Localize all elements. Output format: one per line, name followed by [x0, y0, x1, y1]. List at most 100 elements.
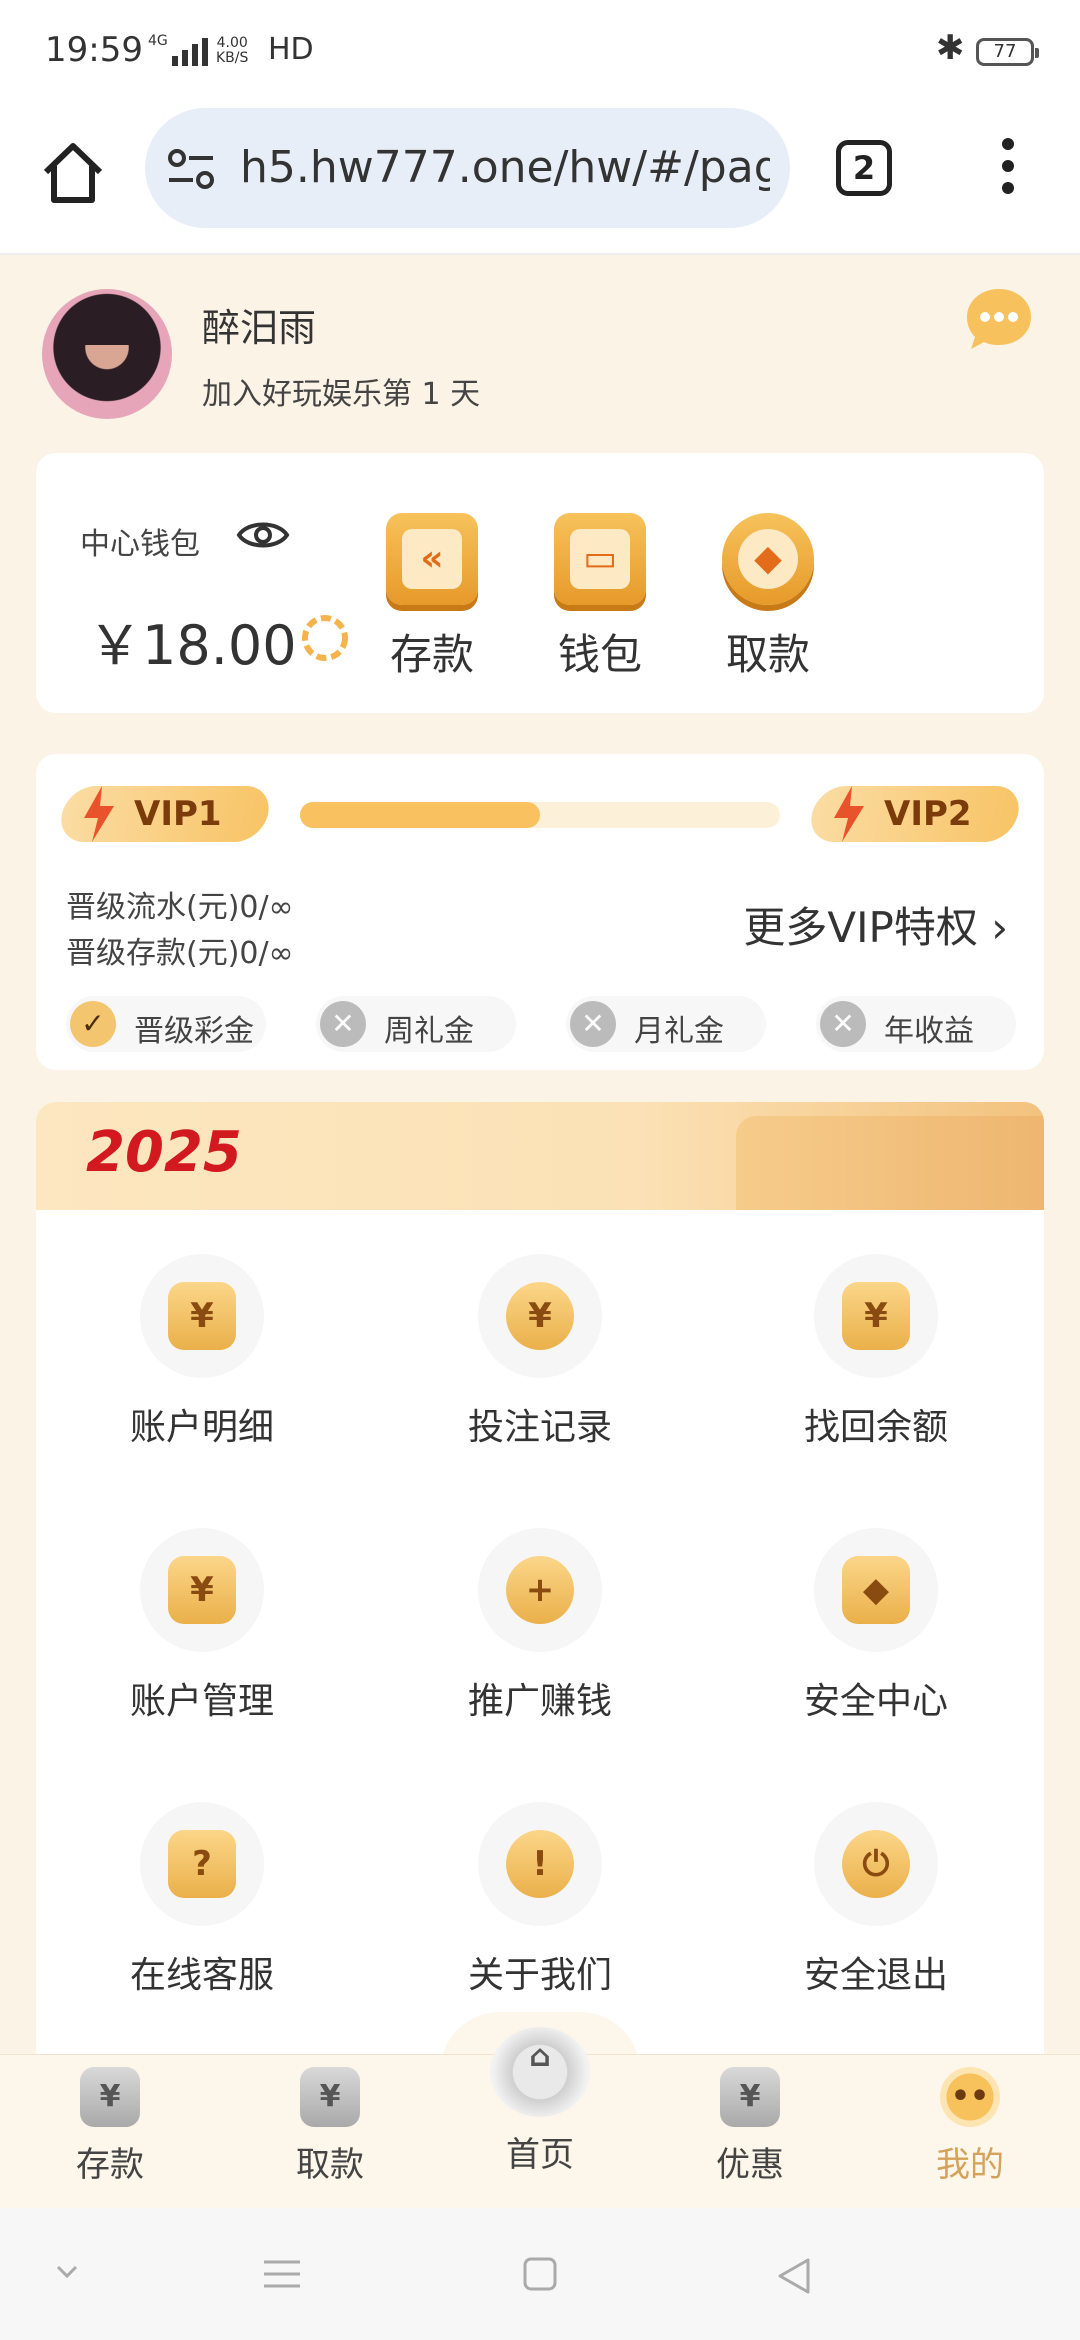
- status-time: 19:59: [45, 30, 143, 70]
- menu-label: 账户明细: [129, 1407, 274, 1448]
- tab-withdraw[interactable]: ¥ 取款: [250, 2067, 410, 2186]
- menu-glyph: ¥: [506, 1282, 574, 1350]
- chevron-down-icon[interactable]: [52, 2256, 82, 2286]
- withdraw-label: 取款: [725, 630, 810, 679]
- username: 醉汨雨: [202, 306, 317, 350]
- check-icon: ✓: [70, 1001, 116, 1047]
- tab-promotions[interactable]: ¥ 优惠: [670, 2067, 830, 2186]
- profile-header: 醉汨雨 加入好玩娱乐第 1 天: [0, 257, 1080, 437]
- system-navbar: [0, 2208, 1080, 2340]
- perk-label: 周礼金: [384, 1014, 474, 1049]
- deposit-button[interactable]: « 存款: [372, 513, 492, 682]
- more-vip-link[interactable]: 更多VIP特权 ›: [743, 894, 1008, 955]
- menu-online-support[interactable]: ? 在线客服: [82, 1802, 322, 1998]
- add-user-icon: +: [478, 1528, 602, 1652]
- power-icon: ⏻: [814, 1802, 938, 1926]
- withdraw-tab-icon: ¥: [300, 2067, 360, 2127]
- menu-bet-records[interactable]: ¥ 投注记录: [420, 1254, 660, 1450]
- menu-glyph: ?: [168, 1830, 236, 1898]
- menu-logout[interactable]: ⏻ 安全退出: [756, 1802, 996, 1998]
- vip-current-badge: VIP1: [56, 786, 274, 842]
- cross-icon: ✕: [570, 1001, 616, 1047]
- refresh-icon[interactable]: [298, 611, 352, 665]
- menu-glyph: ◆: [842, 1556, 910, 1624]
- menu-label: 账户管理: [129, 1681, 274, 1722]
- deposit-glyph: «: [402, 529, 462, 589]
- avatar[interactable]: [42, 289, 172, 419]
- wallet-glyph: ▭: [570, 529, 630, 589]
- perk-label: 年收益: [884, 1014, 974, 1049]
- more-menu-icon[interactable]: [996, 138, 1020, 204]
- site-settings-icon[interactable]: [167, 146, 215, 192]
- tab-home[interactable]: ⌂ 首页: [460, 2027, 620, 2176]
- menu-security-center[interactable]: ◆ 安全中心: [756, 1528, 996, 1724]
- info-icon: !: [478, 1802, 602, 1926]
- message-icon[interactable]: [963, 283, 1035, 355]
- tab-label: 取款: [296, 2145, 364, 2185]
- chevron-right-icon: ›: [991, 903, 1008, 952]
- perk-annual-yield: ✕ 年收益: [816, 996, 1016, 1052]
- menu-label: 关于我们: [467, 1955, 612, 1996]
- perk-label: 月礼金: [634, 1014, 724, 1049]
- menu-about-us[interactable]: ! 关于我们: [420, 1802, 660, 1998]
- tab-mine[interactable]: •• 我的: [890, 2067, 1050, 2186]
- network-speed: 4.00 KB/S: [216, 36, 248, 66]
- menu-glyph: ¥: [842, 1282, 910, 1350]
- url-text[interactable]: h5.hw777.one/hw/#/pag: [240, 142, 770, 193]
- recents-menu-icon[interactable]: [262, 2256, 302, 2292]
- tab-label: 优惠: [716, 2145, 784, 2185]
- vip-next-badge: VIP2: [806, 786, 1024, 842]
- speed-unit: KB/S: [216, 50, 249, 66]
- home-tab-icon: ⌂: [490, 2027, 590, 2117]
- wallet-action-label: 钱包: [557, 630, 642, 679]
- eye-icon[interactable]: [236, 513, 290, 557]
- menu-referral[interactable]: + 推广赚钱: [420, 1528, 660, 1724]
- bluetooth-icon: ✱: [936, 28, 965, 68]
- tab-switcher-button[interactable]: 2: [836, 140, 892, 196]
- tab-deposit[interactable]: ¥ 存款: [30, 2067, 190, 2186]
- withdraw-icon: ◆: [722, 513, 814, 605]
- withdraw-button[interactable]: ◆ 取款: [708, 513, 828, 682]
- wallet-button[interactable]: ▭ 钱包: [540, 513, 660, 682]
- vip-next-label: VIP2: [884, 794, 972, 834]
- home-icon[interactable]: [38, 138, 108, 208]
- wallet-icon: ▭: [554, 513, 646, 605]
- wallet-card: 中心钱包 ￥18.00 « 存款 ▭ 钱包 ◆ 取款: [36, 453, 1044, 713]
- perk-promotion-bonus: ✓ 晋级彩金: [66, 996, 266, 1052]
- back-triangle-icon[interactable]: [776, 2256, 812, 2296]
- year-banner: 2025: [36, 1102, 1044, 1210]
- menu-recover-balance[interactable]: ¥ 找回余额: [756, 1254, 996, 1450]
- menu-account-management[interactable]: ¥ 账户管理: [82, 1528, 322, 1724]
- vip-current-label: VIP1: [134, 794, 222, 834]
- perk-weekly-gift: ✕ 周礼金: [316, 996, 516, 1052]
- menu-account-details[interactable]: ¥ 账户明细: [82, 1254, 322, 1450]
- wallet-balance: ￥18.00: [88, 614, 297, 677]
- account-details-icon: ¥: [140, 1254, 264, 1378]
- menu-label: 安全退出: [803, 1955, 948, 1996]
- perk-monthly-gift: ✕ 月礼金: [566, 996, 766, 1052]
- promotions-tab-icon: ¥: [720, 2067, 780, 2127]
- menu-label: 找回余额: [803, 1407, 948, 1448]
- menu-glyph: +: [506, 1556, 574, 1624]
- menu-glyph: ¥: [168, 1556, 236, 1624]
- bet-records-icon: ¥: [478, 1254, 602, 1378]
- mine-tab-icon: ••: [940, 2067, 1000, 2127]
- vip-deposit-text: 晋级存款(元)0/∞: [66, 936, 294, 971]
- status-bar: 19:59 4G 4.00 KB/S HD ✱ 77: [0, 0, 1080, 100]
- tab-label: 我的: [936, 2145, 1004, 2185]
- lightning-icon: [84, 786, 114, 842]
- tab-label: 首页: [506, 2135, 574, 2175]
- home-square-icon[interactable]: [522, 2256, 558, 2292]
- vip-card: VIP1 VIP2 晋级流水(元)0/∞ 晋级存款(元)0/∞ 更多VIP特权 …: [36, 754, 1044, 1070]
- vip-progress-bar: [300, 802, 780, 828]
- address-bar[interactable]: h5.hw777.one/hw/#/pag: [145, 108, 790, 228]
- menu-label: 投注记录: [467, 1407, 612, 1448]
- join-days-text: 加入好玩娱乐第 1 天: [202, 377, 481, 412]
- battery-icon: 77: [976, 38, 1039, 66]
- year-logo: 2025: [86, 1120, 242, 1185]
- browser-toolbar: h5.hw777.one/hw/#/pag 2: [0, 100, 1080, 255]
- recover-balance-icon: ¥: [814, 1254, 938, 1378]
- cross-icon: ✕: [820, 1001, 866, 1047]
- menu-glyph: !: [506, 1830, 574, 1898]
- menu-label: 在线客服: [129, 1955, 274, 1996]
